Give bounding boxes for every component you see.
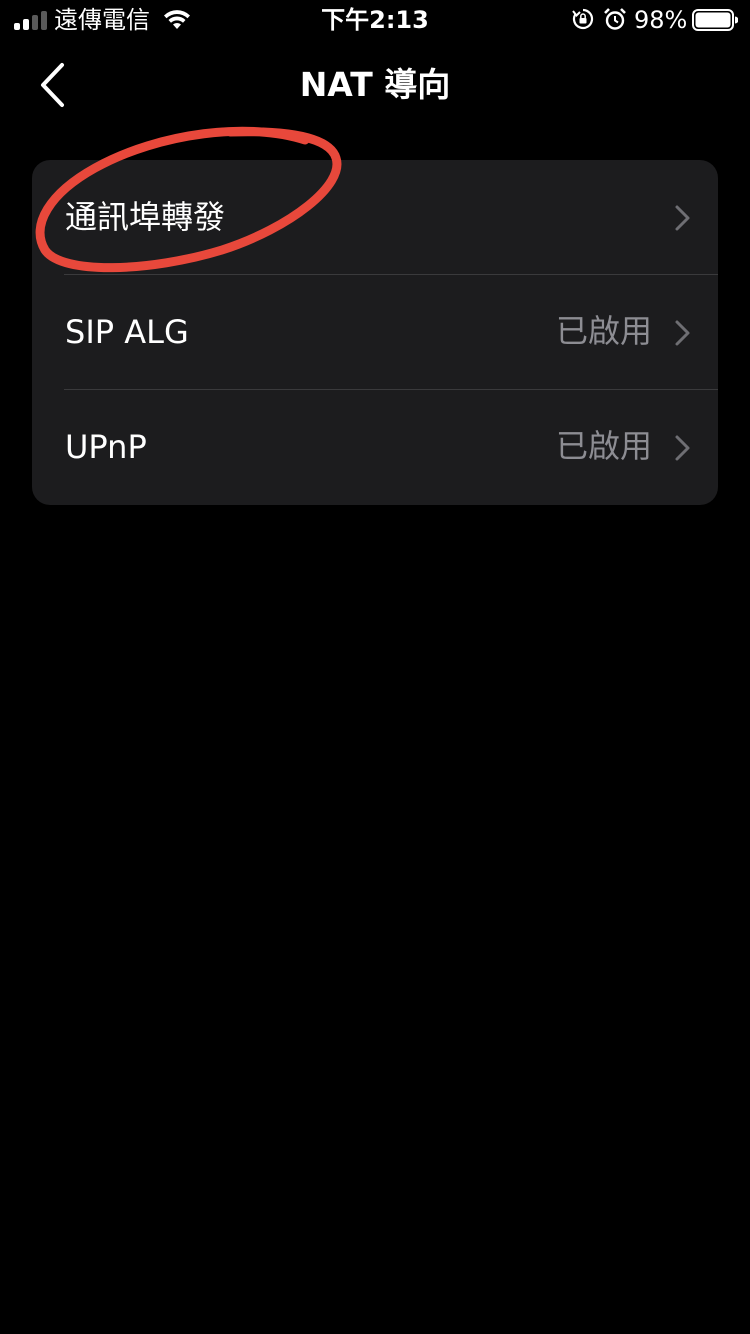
upnp-row[interactable]: UPnP 已啟用 — [32, 390, 718, 505]
chevron-right-icon — [675, 205, 690, 231]
chevron-right-icon — [675, 435, 690, 461]
alarm-icon — [604, 8, 626, 30]
battery-icon — [692, 9, 738, 31]
rotation-lock-icon — [572, 8, 594, 30]
battery-percentage: 98% — [634, 6, 688, 34]
row-label: SIP ALG — [65, 313, 189, 351]
sip-alg-row[interactable]: SIP ALG 已啟用 — [32, 275, 718, 390]
port-forwarding-row[interactable]: 通訊埠轉發 — [32, 160, 718, 275]
row-label: 通訊埠轉發 — [65, 198, 226, 236]
nat-settings-list: 通訊埠轉發 SIP ALG 已啟用 UPnP 已啟用 — [32, 160, 718, 505]
row-value: 已啟用 — [555, 312, 652, 350]
screen: 遠傳電信 下午2:13 98% NAT 導向 通訊埠轉發 SIP ALG 已啟用… — [0, 0, 750, 1334]
row-value: 已啟用 — [555, 427, 652, 465]
row-label: UPnP — [65, 428, 147, 466]
chevron-right-icon — [675, 320, 690, 346]
status-bar: 遠傳電信 下午2:13 98% — [0, 0, 750, 40]
page-title: NAT 導向 — [299, 65, 451, 104]
navigation-bar: NAT 導向 — [0, 44, 750, 124]
